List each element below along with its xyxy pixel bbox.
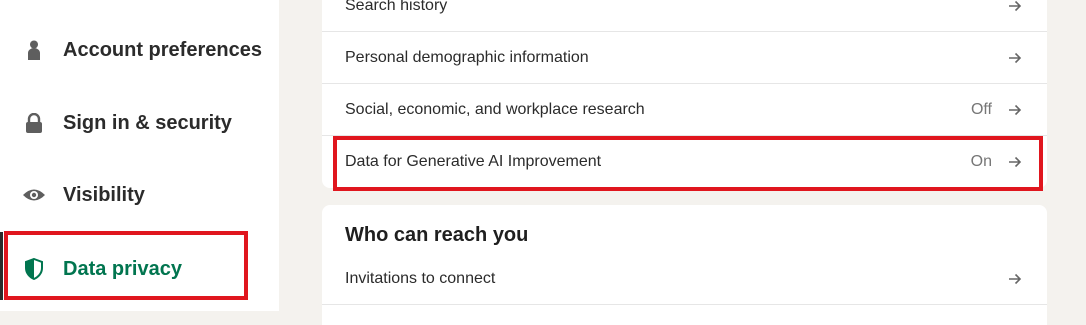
arrow-right-icon [1007,0,1023,14]
row-label: Personal demographic information [345,48,589,66]
sidebar-item-label: Data privacy [63,257,182,280]
sidebar-item-visibility[interactable]: Visibility [0,170,279,220]
setting-status: On [970,153,992,170]
sidebar-item-label: Visibility [63,183,145,206]
row-label: Invitations to connect [345,269,496,287]
arrow-right-icon [1007,50,1023,66]
workplace-research-row[interactable]: Social, economic, and workplace research… [322,84,1047,136]
arrow-right-icon [1007,271,1023,287]
personal-demographic-info-row[interactable]: Personal demographic information [322,32,1047,84]
row-label: Data for Generative AI Improvement [345,153,602,170]
sidebar-item-sign-in-security[interactable]: Sign in & security [0,98,279,148]
settings-sidebar: Account preferences Sign in & security V… [0,0,279,311]
invitations-to-connect-row[interactable]: Invitations to connect [322,253,1047,305]
search-history-row[interactable]: Search history [322,0,1047,32]
arrow-right-icon [1007,154,1023,170]
generative-ai-data-row[interactable]: Data for Generative AI Improvement On [322,136,1047,188]
lock-icon [22,111,46,135]
sidebar-item-label: Account preferences [63,38,262,61]
person-icon [22,38,46,62]
arrow-right-icon [1007,102,1023,118]
sidebar-item-label: Sign in & security [63,111,232,134]
setting-status: Off [970,100,992,118]
who-can-reach-you-card: Who can reach you Invitations to connect [322,205,1047,325]
shield-icon [22,257,46,281]
row-label: Social, economic, and workplace research [345,100,645,118]
sidebar-item-account-preferences[interactable]: Account preferences [0,25,279,75]
row-label: Search history [345,0,448,14]
section-title: Who can reach you [345,224,529,246]
eye-icon [22,183,46,207]
data-settings-card: Search history Personal demographic info… [322,0,1047,188]
sidebar-item-data-privacy[interactable]: Data privacy [0,244,279,294]
